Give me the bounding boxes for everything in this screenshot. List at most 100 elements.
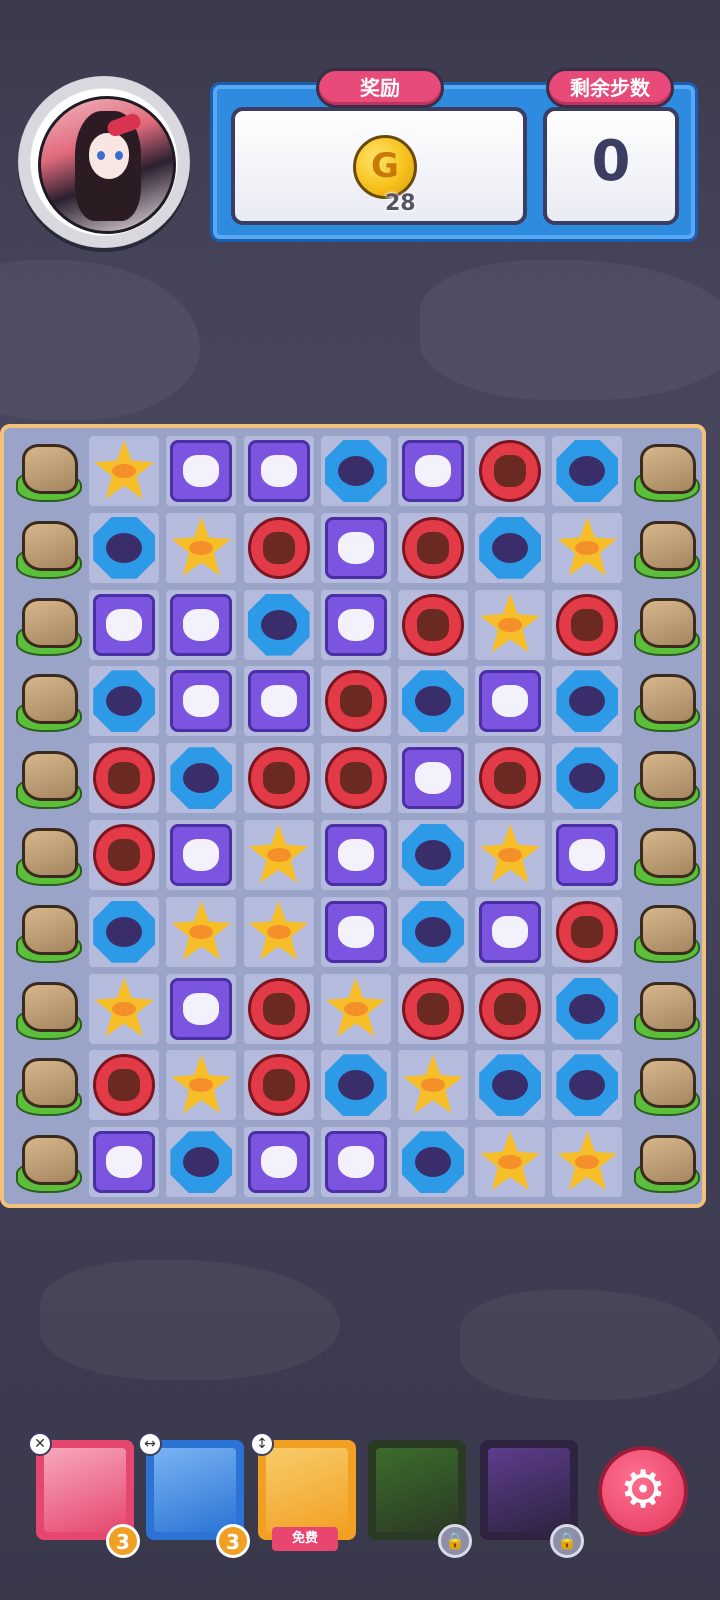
board-cell[interactable]: [243, 820, 314, 890]
board-cell[interactable]: [320, 436, 391, 506]
board-cell[interactable]: [552, 743, 623, 814]
board-cell[interactable]: [12, 513, 82, 583]
board-cell[interactable]: [166, 743, 237, 814]
rock-tile-icon: [16, 747, 82, 810]
board-cell[interactable]: [398, 896, 468, 967]
board-cell[interactable]: [630, 590, 700, 660]
board-cell[interactable]: [243, 436, 314, 506]
board-cell[interactable]: [552, 973, 623, 1044]
board-cell[interactable]: [320, 973, 391, 1044]
board-cell[interactable]: [552, 896, 623, 967]
board-cell[interactable]: [166, 1127, 237, 1198]
board-cell[interactable]: [552, 1050, 623, 1121]
board-cell[interactable]: [89, 512, 160, 583]
board-cell[interactable]: [89, 436, 160, 506]
board-cell[interactable]: [398, 436, 468, 506]
player-avatar[interactable]: [18, 76, 190, 248]
board-cell[interactable]: [320, 1127, 391, 1198]
square-tile-icon: [479, 900, 542, 963]
board-cell[interactable]: [398, 1050, 468, 1121]
board-cell[interactable]: [89, 666, 160, 737]
board-cell[interactable]: [475, 820, 546, 890]
board-cell[interactable]: [12, 974, 82, 1044]
board-cell[interactable]: [630, 436, 700, 506]
board-cell[interactable]: [89, 973, 160, 1044]
board-cell[interactable]: [475, 589, 546, 660]
board-cell[interactable]: [630, 897, 700, 967]
board-cell[interactable]: [12, 1127, 82, 1197]
board-cell[interactable]: [89, 1127, 160, 1198]
board-cell[interactable]: [552, 436, 623, 506]
board-cell[interactable]: [12, 743, 82, 813]
board-cell[interactable]: [398, 973, 468, 1044]
board-cell[interactable]: [12, 820, 82, 890]
board-cell[interactable]: [166, 589, 237, 660]
board-cell[interactable]: [320, 666, 391, 737]
settings-button[interactable]: ⚙: [598, 1446, 688, 1536]
board-cell[interactable]: [475, 512, 546, 583]
board-cell[interactable]: [89, 743, 160, 814]
board-cell[interactable]: [89, 1050, 160, 1121]
board-cell[interactable]: [243, 1127, 314, 1198]
board-cell[interactable]: [552, 512, 623, 583]
board-cell[interactable]: [398, 589, 468, 660]
board-cell[interactable]: [630, 820, 700, 890]
board-cell[interactable]: [166, 512, 237, 583]
board-cell[interactable]: [630, 1050, 700, 1120]
skill-card[interactable]: [258, 1440, 356, 1540]
board-cell[interactable]: [398, 666, 468, 737]
board-cell[interactable]: [398, 820, 468, 890]
board-cell[interactable]: [320, 743, 391, 814]
board-cell[interactable]: [166, 1050, 237, 1121]
board-cell[interactable]: [475, 666, 546, 737]
board-cell[interactable]: [89, 589, 160, 660]
board-cell[interactable]: [475, 1127, 546, 1198]
board-cell[interactable]: [475, 743, 546, 814]
board-cell[interactable]: [630, 974, 700, 1044]
board-cell[interactable]: [166, 896, 237, 967]
board-cell[interactable]: [166, 436, 237, 506]
board-cell[interactable]: [398, 512, 468, 583]
board-cell[interactable]: [12, 436, 82, 506]
board-cell[interactable]: [630, 666, 700, 736]
board-cell[interactable]: [12, 897, 82, 967]
board-cell[interactable]: [320, 589, 391, 660]
board-cell[interactable]: [166, 973, 237, 1044]
board-cell[interactable]: [243, 512, 314, 583]
board-cell[interactable]: [320, 820, 391, 890]
circle-tile-icon: [93, 824, 156, 886]
circle-tile-icon: [402, 593, 464, 656]
board-cell[interactable]: [243, 973, 314, 1044]
board-cell[interactable]: [320, 896, 391, 967]
board-cell[interactable]: [243, 666, 314, 737]
board-cell[interactable]: [398, 1127, 468, 1198]
board-cell[interactable]: [12, 666, 82, 736]
board-cell[interactable]: [320, 1050, 391, 1121]
board-cell[interactable]: [166, 820, 237, 890]
board-cell[interactable]: [398, 743, 468, 814]
board-cell[interactable]: [630, 1127, 700, 1197]
board-cell[interactable]: [12, 1050, 82, 1120]
board-cell[interactable]: [475, 896, 546, 967]
board-cell[interactable]: [243, 896, 314, 967]
board-cell[interactable]: [243, 589, 314, 660]
board-cell[interactable]: [552, 666, 623, 737]
board-cell[interactable]: [630, 743, 700, 813]
board-cell[interactable]: [12, 590, 82, 660]
board-cell[interactable]: [475, 1050, 546, 1121]
star-tile-icon: [171, 1054, 232, 1114]
board-cell[interactable]: [552, 589, 623, 660]
skill-count-badge: 3: [106, 1524, 140, 1558]
board-cell[interactable]: [552, 1127, 623, 1198]
board-cell[interactable]: [320, 512, 391, 583]
board-cell[interactable]: [89, 896, 160, 967]
square-tile-icon: [324, 1131, 387, 1194]
board-cell[interactable]: [475, 436, 546, 506]
board-cell[interactable]: [630, 513, 700, 583]
board-cell[interactable]: [89, 820, 160, 890]
board-cell[interactable]: [475, 973, 546, 1044]
board-cell[interactable]: [166, 666, 237, 737]
board-cell[interactable]: [243, 1050, 314, 1121]
board-cell[interactable]: [552, 820, 623, 890]
board-cell[interactable]: [243, 743, 314, 814]
